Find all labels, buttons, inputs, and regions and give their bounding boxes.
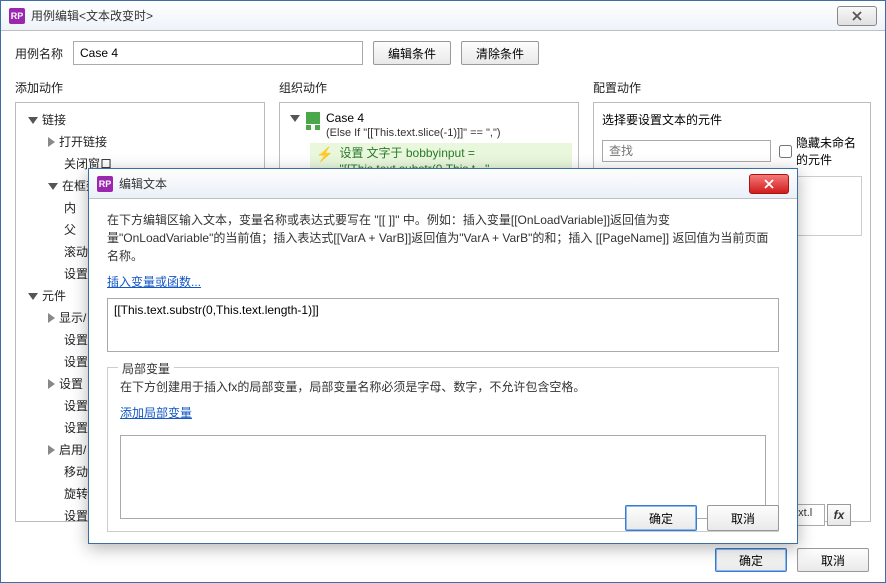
modal-cancel-button[interactable]: 取消 <box>707 505 779 531</box>
action-verb: 设置 <box>339 146 363 160</box>
main-footer: 确定 取消 <box>715 548 869 572</box>
case-name-label: 用例名称 <box>15 45 63 62</box>
tree-label: 设置 <box>64 505 88 522</box>
tree-label: 链接 <box>42 109 66 131</box>
modal-body: 在下方编辑区输入文本，变量名称或表达式要写在 "[[ ]]" 中。例如：插入变量… <box>89 199 797 544</box>
case-name-input[interactable] <box>73 41 363 65</box>
tree-label: 打开链接 <box>59 131 107 153</box>
modal-description: 在下方编辑区输入文本，变量名称或表达式要写在 "[[ ]]" 中。例如：插入变量… <box>107 211 779 265</box>
main-ok-button[interactable]: 确定 <box>715 548 787 572</box>
tree-item[interactable]: 打开链接 <box>20 131 260 153</box>
main-close-button[interactable] <box>837 6 877 26</box>
triangle-down-icon <box>48 183 58 190</box>
fx-button[interactable]: fx <box>827 504 851 526</box>
case-name-row: 用例名称 编辑条件 清除条件 <box>15 41 871 65</box>
modal-ok-button[interactable]: 确定 <box>625 505 697 531</box>
config-header: 选择要设置文本的元件 <box>602 111 862 128</box>
clear-condition-button[interactable]: 清除条件 <box>461 41 539 65</box>
triangle-right-icon <box>48 445 55 455</box>
modal-titlebar: RP 编辑文本 <box>89 169 797 199</box>
organize-action-label: 组织动作 <box>279 79 579 96</box>
config-action-label: 配置动作 <box>593 79 871 96</box>
case-icon <box>306 112 320 124</box>
edit-condition-button[interactable]: 编辑条件 <box>373 41 451 65</box>
edit-text-modal: RP 编辑文本 在下方编辑区输入文本，变量名称或表达式要写在 "[[ ]]" 中… <box>88 168 798 544</box>
insert-variable-link[interactable]: 插入变量或函数... <box>107 273 201 290</box>
main-title: 用例编辑<文本改变时> <box>31 7 837 24</box>
triangle-right-icon <box>48 379 55 389</box>
hide-unnamed-checkbox[interactable]: 隐藏未命名的元件 <box>779 134 862 168</box>
action-line1: 文字于 bobbyinput = <box>367 146 475 160</box>
local-variables-desc: 在下方创建用于插入fx的局部变量，局部变量名称必须是字母、数字，不允许包含空格。 <box>120 378 766 396</box>
tree-label: 启用/ <box>59 439 86 461</box>
config-search-row: 隐藏未命名的元件 <box>602 134 862 168</box>
close-icon <box>851 10 863 22</box>
hide-unnamed-label: 隐藏未命名的元件 <box>796 134 862 168</box>
tree-label: 设置 <box>64 329 88 351</box>
app-icon: RP <box>9 8 25 24</box>
local-variables-legend: 局部变量 <box>118 360 174 377</box>
tree-label: 设置 <box>64 351 88 373</box>
tree-label: 显示/ <box>59 307 86 329</box>
triangle-down-icon <box>28 293 38 300</box>
modal-close-button[interactable] <box>749 174 789 194</box>
app-icon: RP <box>97 176 113 192</box>
hide-unnamed-input[interactable] <box>779 145 792 158</box>
close-icon <box>763 178 775 190</box>
triangle-down-icon <box>28 117 38 124</box>
tree-label: 设置 <box>59 373 83 395</box>
tree-label: 设置 <box>64 395 88 417</box>
case-name: Case 4 <box>326 111 364 125</box>
tree-label: 父 <box>64 219 76 241</box>
case-condition: (Else If "[[This.text.slice(-1)]]" == ",… <box>286 127 572 139</box>
config-search-input[interactable] <box>602 140 771 162</box>
case-row[interactable]: Case 4 <box>286 109 572 127</box>
main-cancel-button[interactable]: 取消 <box>797 548 869 572</box>
tree-label: 设置 <box>64 263 88 285</box>
text-editor-textarea[interactable]: [[This.text.substr(0,This.text.length-1)… <box>107 298 779 352</box>
triangle-right-icon <box>48 137 55 147</box>
add-local-variable-link[interactable]: 添加局部变量 <box>120 404 192 421</box>
tree-label: 旋转 <box>64 483 88 505</box>
tree-group-links[interactable]: 链接 <box>20 109 260 131</box>
tree-label: 元件 <box>42 285 66 307</box>
modal-footer: 确定 取消 <box>625 505 779 531</box>
bolt-icon: ⚡ <box>316 146 333 163</box>
tree-label: 内 <box>64 197 76 219</box>
triangle-right-icon <box>48 313 55 323</box>
tree-label: 移动 <box>64 461 88 483</box>
add-action-label: 添加动作 <box>15 79 265 96</box>
modal-title: 编辑文本 <box>119 175 749 192</box>
main-titlebar: RP 用例编辑<文本改变时> <box>1 1 885 31</box>
tree-label: 设置 <box>64 417 88 439</box>
triangle-down-icon <box>290 115 300 122</box>
